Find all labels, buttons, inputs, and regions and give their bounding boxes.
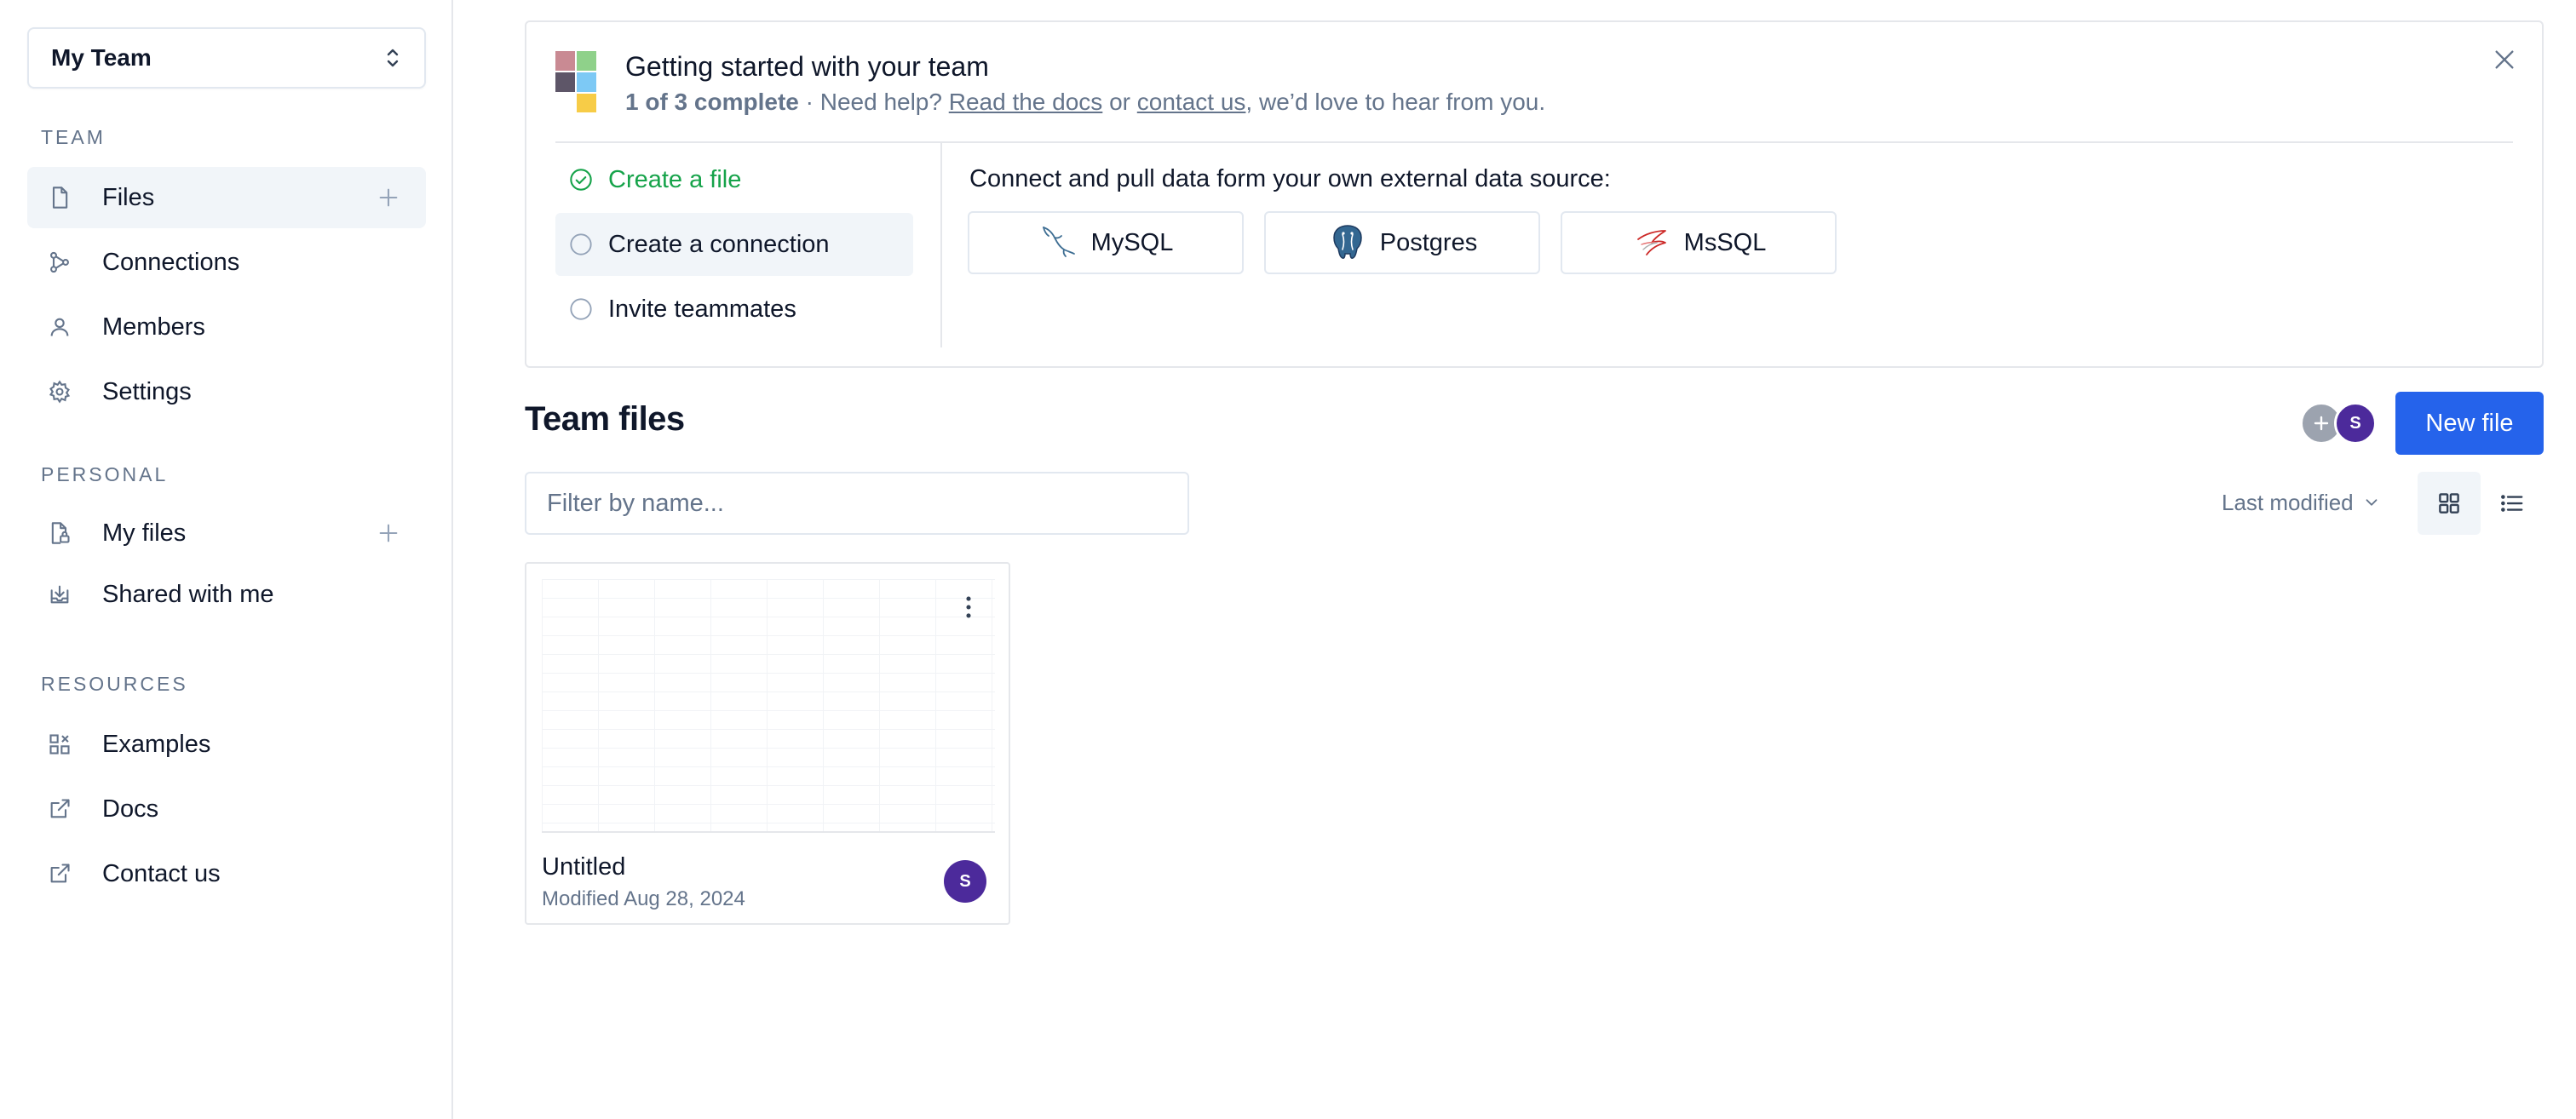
step-label: Create a file <box>608 165 742 193</box>
section-label-team: TEAM <box>41 126 106 148</box>
sidebar-item-label: Settings <box>102 377 192 405</box>
sidebar-item-label: Shared with me <box>102 580 274 608</box>
check-circle-icon <box>570 169 592 191</box>
sidebar-item-members[interactable]: Members <box>27 296 426 358</box>
sidebar-item-docs[interactable]: Docs <box>27 778 426 840</box>
mssql-button[interactable]: MsSQL <box>1561 211 1837 274</box>
sidebar-item-label: Examples <box>102 730 211 758</box>
mysql-button[interactable]: MySQL <box>968 211 1244 274</box>
read-docs-link[interactable]: Read the docs <box>949 89 1103 115</box>
app-logo-icon <box>555 51 596 112</box>
chevron-down-icon <box>2366 499 2378 506</box>
postgres-button[interactable]: Postgres <box>1264 211 1540 274</box>
list-view-button[interactable] <box>2481 472 2544 535</box>
sidebar-item-label: Files <box>102 183 155 211</box>
file-preview[interactable] <box>542 579 995 833</box>
plus-icon[interactable] <box>377 186 400 209</box>
empty-circle-icon <box>570 298 592 320</box>
file-lock-icon <box>51 522 70 544</box>
team-switcher-label: My Team <box>51 44 152 71</box>
team-switcher[interactable]: My Team <box>27 27 426 89</box>
step-invite-teammates[interactable]: Invite teammates <box>555 278 913 341</box>
onboarding-subtitle: 1 of 3 complete · Need help? Read the do… <box>625 89 1545 116</box>
postgres-elephant-icon <box>1333 225 1362 259</box>
gear-icon <box>49 380 71 404</box>
list-icon <box>2501 495 2523 512</box>
sidebar-item-examples[interactable]: Examples <box>27 714 426 775</box>
sort-label: Last modified <box>2222 489 2354 515</box>
sidebar-item-shared-with-me[interactable]: Shared with me <box>27 564 426 625</box>
sidebar-item-label: Connections <box>102 248 240 276</box>
grid-view-button[interactable] <box>2418 472 2481 535</box>
inbox-download-icon <box>50 585 69 604</box>
sidebar-item-my-files[interactable]: My files <box>27 502 426 564</box>
team-files-title: Team files <box>525 400 685 438</box>
chevron-up-down-icon <box>387 49 399 67</box>
section-label-personal: PERSONAL <box>41 463 169 485</box>
sidebar-item-label: My files <box>102 519 187 547</box>
file-modified-date: Aug 28, 2024 <box>624 887 745 910</box>
sidebar-item-connections[interactable]: Connections <box>27 232 426 293</box>
mssql-icon <box>1636 230 1666 255</box>
new-file-button[interactable]: New file <box>2395 392 2544 455</box>
filter-input[interactable] <box>525 472 1189 535</box>
source-label: MsSQL <box>1683 228 1767 256</box>
file-icon <box>52 186 68 209</box>
connections-icon <box>50 251 69 273</box>
help-prefix: · Need help? <box>798 89 949 115</box>
connect-source-title: Connect and pull data form your own exte… <box>969 165 1611 192</box>
file-owner-avatar: S <box>944 860 986 903</box>
sidebar-item-label: Docs <box>102 795 159 823</box>
source-label: Postgres <box>1379 228 1478 256</box>
grid-icon <box>2439 493 2459 514</box>
step-create-file[interactable]: Create a file <box>555 148 913 211</box>
examples-icon <box>49 734 70 755</box>
step-create-connection[interactable]: Create a connection <box>555 213 913 276</box>
file-modified-prefix: Modified <box>542 887 624 910</box>
sidebar-item-settings[interactable]: Settings <box>27 361 426 422</box>
external-link-icon <box>50 799 70 818</box>
help-suffix: , we’d love to hear from you. <box>1245 89 1546 115</box>
plus-icon[interactable] <box>377 521 400 545</box>
empty-circle-icon <box>570 233 592 255</box>
step-label: Create a connection <box>608 230 830 258</box>
or-text: or <box>1102 89 1137 115</box>
source-label: MySQL <box>1090 228 1174 256</box>
sidebar-item-files[interactable]: Files <box>27 167 426 228</box>
file-card[interactable]: Untitled Modified Aug 28, 2024 S <box>525 562 1010 925</box>
getting-started-panel: Getting started with your team 1 of 3 co… <box>525 20 2544 368</box>
onboarding-title: Getting started with your team <box>625 51 989 82</box>
user-icon <box>50 318 69 336</box>
mysql-dolphin-icon <box>1042 227 1075 257</box>
close-icon[interactable] <box>2491 46 2518 73</box>
onboarding-progress: 1 of 3 complete <box>625 89 799 115</box>
sort-select[interactable]: Last modified <box>2222 484 2381 521</box>
divider <box>555 141 2513 143</box>
file-name: Untitled <box>542 853 626 881</box>
sidebar-item-label: Contact us <box>102 859 221 887</box>
sidebar-item-contact-us[interactable]: Contact us <box>27 843 426 904</box>
plus-icon <box>2314 416 2329 431</box>
external-link-icon <box>50 864 70 883</box>
step-label: Invite teammates <box>608 295 796 323</box>
contact-us-link[interactable]: contact us <box>1137 89 1246 115</box>
file-modified: Modified Aug 28, 2024 <box>542 887 745 911</box>
more-vertical-icon[interactable] <box>954 593 983 622</box>
sidebar: My Team TEAM Files Connections Members S… <box>0 0 453 1119</box>
divider <box>940 143 942 347</box>
avatar[interactable]: S <box>2334 402 2377 445</box>
section-label-resources: RESOURCES <box>41 673 188 695</box>
sidebar-item-label: Members <box>102 313 205 341</box>
